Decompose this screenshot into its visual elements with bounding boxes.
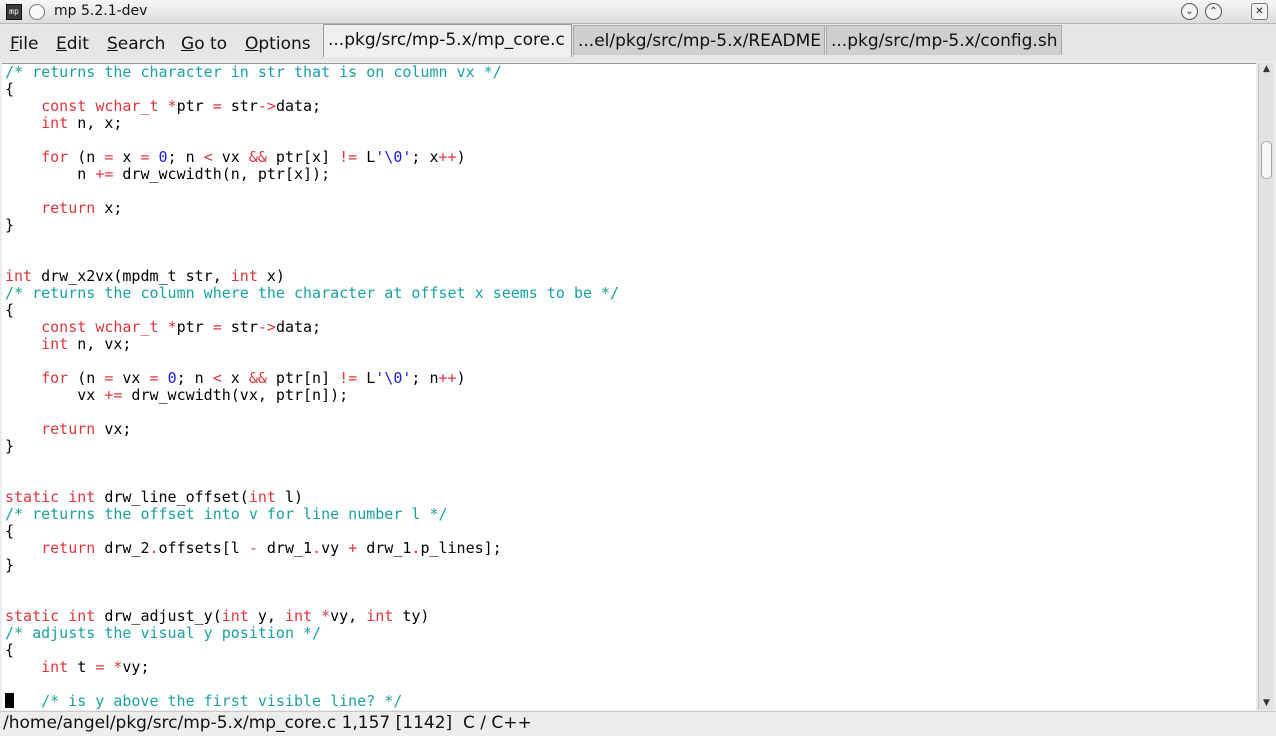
tab-mp-core[interactable]: ...pkg/src/mp-5.x/mp_core.c [323, 24, 572, 57]
code-line: int n, x; [41, 114, 123, 132]
menu-goto[interactable]: Go to [181, 34, 227, 54]
code-line: { [5, 522, 15, 540]
title-bar: mp mp 5.2.1-dev ⌄ ⌃ ✕ [0, 0, 1276, 24]
scrollbar-thumb[interactable] [1261, 141, 1272, 179]
window-menu-icon[interactable] [29, 4, 45, 20]
code-line: return drw_2.offsets[l - drw_1.vy + drw_… [41, 539, 502, 557]
code-line: const wchar_t *ptr = str->data; [41, 318, 322, 336]
code-line: { [5, 301, 15, 319]
menu-edit[interactable]: Edit [56, 34, 89, 54]
code-line: /* adjusts the visual y position */ [5, 624, 322, 642]
code-editor[interactable]: /* returns the character in str that is … [2, 63, 1256, 710]
window-title: mp 5.2.1-dev [54, 3, 148, 19]
code-line: /* returns the column where the characte… [5, 284, 620, 302]
scroll-down-icon[interactable]: ▼ [1260, 697, 1273, 710]
tab-config-sh[interactable]: ...pkg/src/mp-5.x/config.sh [826, 25, 1062, 55]
code-line: return x; [41, 199, 123, 217]
text-cursor [5, 693, 14, 708]
code-line: } [5, 437, 15, 455]
menu-search[interactable]: Search [107, 34, 165, 54]
vertical-scrollbar[interactable]: ▲ ▼ [1258, 63, 1274, 710]
code-line: /* returns the character in str that is … [5, 63, 502, 81]
code-line: return vx; [41, 420, 132, 438]
mp-app-icon[interactable]: mp [6, 4, 22, 20]
maximize-icon[interactable]: ⌃ [1205, 3, 1222, 20]
code-line: int drw_x2vx(mpdm_t str, int x) [5, 267, 285, 285]
code-line: } [5, 216, 15, 234]
code-line: static int drw_line_offset(int l) [5, 488, 304, 506]
code-line: /* is y above the first visible line? */ [5, 693, 402, 710]
code-line: n += drw_wcwidth(n, ptr[x]); [5, 165, 331, 183]
code-line: /* returns the offset into v for line nu… [5, 505, 448, 523]
code-line: } [5, 556, 15, 574]
status-bar: /home/angel/pkg/src/mp-5.x/mp_core.c 1,1… [0, 711, 1276, 736]
minimize-icon[interactable]: ⌄ [1181, 3, 1198, 20]
code-line: for (n = x = 0; n < vx && ptr[x] != L'\0… [41, 148, 466, 166]
code-line: int n, vx; [41, 335, 132, 353]
scroll-up-icon[interactable]: ▲ [1260, 63, 1273, 76]
menu-file[interactable]: File [10, 34, 38, 54]
code-line: for (n = vx = 0; n < x && ptr[n] != L'\0… [41, 369, 466, 387]
code-line: { [5, 80, 15, 98]
code-line: static int drw_adjust_y(int y, int *vy, … [5, 607, 430, 625]
code-line: const wchar_t *ptr = str->data; [41, 97, 322, 115]
code-line: { [5, 641, 15, 659]
menu-options[interactable]: Options [245, 34, 311, 54]
code-line: int t = *vy; [41, 658, 150, 676]
close-icon[interactable]: ✕ [1251, 3, 1268, 20]
tab-readme[interactable]: ...el/pkg/src/mp-5.x/README [573, 25, 825, 55]
code-line: vx += drw_wcwidth(vx, ptr[n]); [5, 386, 349, 404]
